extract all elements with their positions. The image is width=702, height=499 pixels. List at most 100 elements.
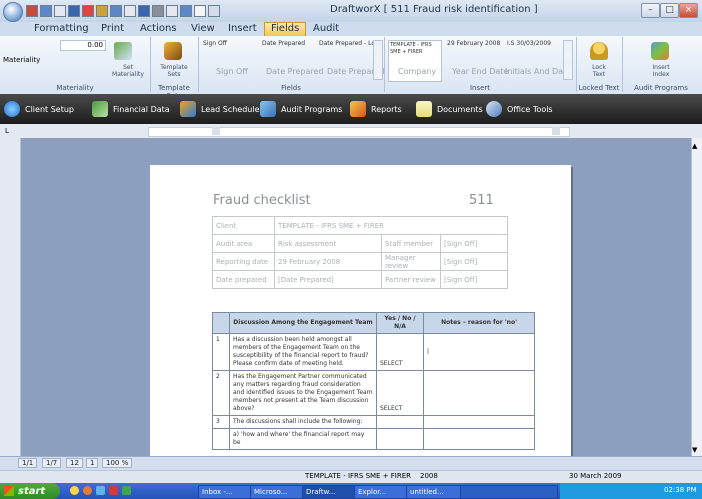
tab-view[interactable]: View <box>191 23 215 35</box>
locked-text-group-label: Locked Text <box>578 84 620 92</box>
status-year: 2008 <box>420 472 438 480</box>
sign-off-header: Sign Off <box>203 40 227 47</box>
answer-select[interactable] <box>376 428 424 450</box>
lock-icon[interactable] <box>590 42 608 60</box>
taskbar-item-draftworx[interactable]: Draftw... <box>302 485 358 499</box>
notes-field[interactable] <box>423 415 535 429</box>
quick-access-icon[interactable] <box>54 5 66 17</box>
office-tools-button[interactable]: Office Tools <box>486 100 553 118</box>
quick-access-icon[interactable] <box>166 5 178 17</box>
page-indicator-c[interactable]: 12 <box>66 458 83 468</box>
taskbar-item-microsoft[interactable]: Microso... <box>250 485 306 499</box>
taskbar-item-untitled[interactable]: untitled... <box>406 485 462 499</box>
right-indent-marker[interactable] <box>552 127 560 135</box>
info-value[interactable]: TEMPLATE - IFRS SME + FIRER <box>274 216 508 235</box>
quick-access-dropdown-icon[interactable] <box>208 5 220 17</box>
tab-audit[interactable]: Audit <box>313 23 339 35</box>
row-question: a) 'how and where' the financial report … <box>229 428 377 450</box>
tab-formatting[interactable]: Formatting <box>34 23 89 35</box>
reports-icon <box>350 101 366 117</box>
template-sets-button[interactable]: Template Sets <box>150 64 198 78</box>
office-button[interactable] <box>3 2 23 22</box>
quick-launch-icon[interactable] <box>96 486 105 495</box>
page-indicator-b[interactable]: 1/7 <box>42 458 62 468</box>
media-player-bar[interactable] <box>460 485 558 499</box>
notes-field[interactable]: | <box>423 333 535 371</box>
quick-access-icon[interactable] <box>124 5 136 17</box>
year-end-field[interactable]: Year End Date <box>452 67 508 76</box>
info-value[interactable]: 29 February 2008 <box>274 252 382 271</box>
template-sets-icon[interactable] <box>164 42 182 60</box>
tab-print[interactable]: Print <box>101 23 124 35</box>
quick-access-icon[interactable] <box>26 5 38 17</box>
info-value[interactable]: [Sign Off] <box>440 234 508 253</box>
close-button[interactable]: × <box>679 3 698 18</box>
materiality-input[interactable]: 0.00 <box>60 40 106 51</box>
answer-select[interactable]: SELECT <box>376 370 424 416</box>
quick-access-icon[interactable] <box>68 5 80 17</box>
info-value[interactable]: Risk assessment <box>274 234 382 253</box>
quick-access-icon[interactable] <box>194 5 206 17</box>
tab-stop-icon[interactable]: L <box>5 127 9 135</box>
company-field[interactable]: Company <box>398 67 436 76</box>
lock-text-button[interactable]: Lock Text <box>576 64 622 78</box>
tab-fields[interactable]: Fields <box>264 22 307 36</box>
info-value[interactable]: [Date Prepared] <box>274 270 382 289</box>
info-value[interactable]: [Sign Off] <box>440 252 508 271</box>
documents-button[interactable]: Documents <box>416 100 483 118</box>
info-value[interactable]: [Sign Off] <box>440 270 508 289</box>
quick-launch-icon[interactable] <box>109 486 118 495</box>
reports-button[interactable]: Reports <box>350 100 402 118</box>
sign-off-field[interactable]: Sign Off <box>216 67 248 76</box>
maximize-button[interactable]: □ <box>660 3 679 18</box>
clock: 02:38 PM <box>664 486 697 494</box>
answer-select[interactable] <box>376 415 424 429</box>
quick-access-icon[interactable] <box>110 5 122 17</box>
notes-field[interactable] <box>423 428 535 450</box>
quick-access-icon[interactable] <box>96 5 108 17</box>
answer-select[interactable]: SELECT <box>376 333 424 371</box>
set-materiality-button[interactable]: Set Materiality <box>108 64 148 78</box>
info-row-reporting-date: Reporting date 29 February 2008 Manager … <box>212 252 508 271</box>
financial-data-button[interactable]: Financial Data <box>92 100 170 118</box>
insert-gallery-scroll[interactable] <box>563 40 573 80</box>
insert-group-label: Insert <box>469 84 491 92</box>
fields-gallery-scroll[interactable] <box>373 40 383 80</box>
notes-field[interactable] <box>423 370 535 416</box>
taskbar-item-inbox[interactable]: Inbox -... <box>198 485 254 499</box>
set-materiality-icon[interactable] <box>114 42 132 60</box>
insert-index-icon[interactable] <box>651 42 669 60</box>
vertical-scrollbar[interactable] <box>691 138 702 456</box>
initials-header: I.S 30/03/2009 <box>507 40 551 47</box>
quick-launch-icon[interactable] <box>83 486 92 495</box>
task-label: Explor... <box>358 488 387 496</box>
start-button[interactable]: start <box>0 483 60 499</box>
tab-insert[interactable]: Insert <box>228 23 257 35</box>
date-prepared-field[interactable]: Date Prepared <box>266 67 323 76</box>
client-setup-button[interactable]: Client Setup <box>4 100 74 118</box>
page-indicator-d[interactable]: 1 <box>86 458 99 468</box>
taskbar-item-explorer[interactable]: Explor... <box>354 485 410 499</box>
insert-index-button[interactable]: Insert Index <box>622 64 700 78</box>
tab-actions[interactable]: Actions <box>140 23 177 35</box>
scroll-up-icon[interactable]: ▲ <box>692 142 697 150</box>
quick-launch-icon[interactable] <box>70 486 79 495</box>
page-indicator-a[interactable]: 1/1 <box>18 458 38 468</box>
quick-access-icon[interactable] <box>82 5 94 17</box>
quick-access-icon[interactable] <box>152 5 164 17</box>
minimize-button[interactable]: – <box>641 3 660 18</box>
quick-access-icon[interactable] <box>180 5 192 17</box>
quick-launch <box>70 486 190 496</box>
quick-access-icon[interactable] <box>40 5 52 17</box>
info-label: Manager review <box>381 252 441 271</box>
initials-field[interactable]: Initials And Date <box>505 67 571 76</box>
quick-launch-icon[interactable] <box>122 486 131 495</box>
audit-programs-toolbar-button[interactable]: Audit Programs <box>260 100 342 118</box>
zoom-level[interactable]: 100 % <box>102 458 133 468</box>
lead-schedules-button[interactable]: Lead Schedules <box>180 100 264 118</box>
table-row: 3 The discussions shall include the foll… <box>212 415 535 429</box>
info-row-client: Client TEMPLATE - IFRS SME + FIRER <box>212 216 508 235</box>
left-indent-marker[interactable] <box>212 127 220 135</box>
quick-access-icon[interactable] <box>138 5 150 17</box>
scroll-down-icon[interactable]: ▼ <box>692 446 697 454</box>
